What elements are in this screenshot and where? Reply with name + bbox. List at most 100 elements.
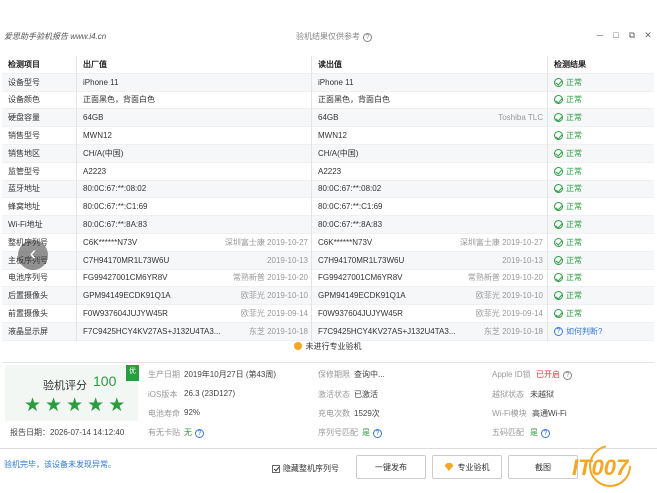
- pro-check-banner[interactable]: 未进行专业验机: [0, 341, 655, 359]
- rating-stars: ★ ★ ★ ★ ★: [24, 396, 125, 416]
- help-icon[interactable]: ?: [195, 429, 204, 438]
- read-value: 64GB: [318, 113, 339, 123]
- check-circle-icon: [554, 237, 563, 247]
- result-status: 正常: [554, 201, 582, 212]
- read-detail: 深圳富士康 2019-10-27: [459, 237, 543, 247]
- read-value: MWN12: [318, 131, 347, 141]
- apple-id-lock-info: 已开启?: [536, 369, 572, 380]
- factory-detail: 2019-10-13: [267, 255, 308, 265]
- factory-value: C7H94170MR1L73W6U: [83, 255, 170, 265]
- result-text: 正常: [566, 309, 582, 319]
- table-row: 电池序列号 FG99427001CM6YR8V 常熟新普 2019-10-20 FG9…: [2, 270, 654, 288]
- read-value: FG99427001CM6YR8V: [318, 273, 403, 283]
- hide-serial-checkbox[interactable]: 隐藏整机序列号: [272, 463, 339, 474]
- result-status: 正常: [554, 272, 582, 283]
- publish-button-label: 一键发布: [375, 462, 407, 472]
- jailbreak-value: 未越狱: [530, 390, 554, 399]
- checkbox-checked-icon[interactable]: [272, 464, 280, 473]
- warranty-value: 查询中...: [354, 370, 385, 379]
- item-name: 蜂窝地址: [8, 202, 40, 212]
- check-circle-icon: [554, 309, 563, 319]
- star-icon: ★: [66, 395, 84, 416]
- diamond-icon: [444, 463, 454, 471]
- close-button[interactable]: ✕: [643, 29, 653, 41]
- factory-value: 80:0C:67:**:8A:83: [83, 220, 148, 230]
- result-status: 正常: [554, 112, 582, 123]
- publish-button[interactable]: 一键发布: [356, 455, 426, 479]
- factory-value: F7C9425HCY4KV27AS+J132U4TA3...: [83, 326, 221, 336]
- table-row: 后置摄像头 GPM94149ECDK91Q1A 欧菲光 2019-10-10 GPM9…: [2, 287, 654, 306]
- wifi-module-value: 高通Wi-Fi: [532, 409, 567, 418]
- result-text: 正常: [566, 131, 582, 141]
- result-text: 正常: [566, 255, 582, 265]
- result-text: 正常: [566, 220, 582, 230]
- five-code-match-value: 是: [530, 428, 538, 437]
- apple-id-lock-value: 已开启: [536, 370, 560, 379]
- column-divider: [547, 56, 548, 341]
- check-circle-icon: [554, 220, 563, 230]
- item-name: 蓝牙地址: [8, 184, 40, 194]
- watermark-text: IT007: [572, 455, 630, 480]
- minimize-button[interactable]: ─: [595, 29, 605, 41]
- item-name: 电池序列号: [8, 273, 48, 283]
- pro-check-button[interactable]: 专业验机: [432, 455, 502, 479]
- header-read: 读出值: [318, 59, 342, 69]
- summary-panel: 验机评分 100 优 ★ ★ ★ ★ ★ 报告日期：2026-07-14 14:…: [2, 362, 654, 440]
- battery-life-label: 电池寿命: [148, 409, 180, 418]
- item-name: 监管型号: [8, 166, 40, 176]
- result-text: 正常: [566, 113, 582, 123]
- how-to-judge-link[interactable]: ? 如何判断?: [554, 326, 602, 337]
- table-row: 前置摄像头 F0W937604JUJYW45R 欧菲光 2019-09-14 F0W9…: [2, 305, 654, 323]
- read-detail: Toshiba TLC: [498, 113, 543, 123]
- read-value: F7C9425HCY4KV27AS+J132U4TA3...: [318, 326, 456, 336]
- help-icon[interactable]: ?: [563, 371, 572, 380]
- warranty-label: 保修期限: [318, 370, 350, 379]
- result-status: 正常: [554, 290, 582, 301]
- table-row: 蓝牙地址 80:0C:67:**:08:02 80:0C:67:**:08:02 正常: [2, 180, 654, 199]
- help-icon[interactable]: ?: [363, 33, 372, 42]
- five-code-match-label: 五码匹配: [492, 428, 524, 437]
- serial-match-value: 是: [362, 428, 370, 437]
- result-status: 正常: [554, 77, 582, 88]
- read-value: C6K******N73V: [318, 237, 373, 247]
- help-icon[interactable]: ?: [541, 429, 550, 438]
- factory-value: GPM94149ECDK91Q1A: [83, 291, 171, 301]
- star-icon: ★: [87, 395, 105, 416]
- factory-value: CH/A(中国): [83, 148, 124, 158]
- pro-check-banner-text: 未进行专业验机: [305, 342, 362, 351]
- result-text: 正常: [566, 166, 582, 176]
- result-status: 正常: [554, 166, 582, 177]
- jailbreak-label: 越狱状态: [492, 390, 524, 399]
- result-text: 正常: [566, 148, 582, 158]
- factory-value: F0W937604JUJYW45R: [83, 309, 168, 319]
- table-row: 销售型号 MWN12 MWN12 正常: [2, 127, 654, 145]
- table-row: 整机序列号C6K******N73V深圳富士康 2019-10-27C6K***…: [2, 234, 654, 252]
- result-status: 正常: [554, 130, 582, 141]
- bulb-icon: [293, 342, 302, 350]
- column-divider: [76, 56, 77, 341]
- factory-value: A2223: [83, 166, 107, 176]
- serial-match-label: 序列号匹配: [318, 428, 358, 437]
- table-row: 设备颜色 正面黑色，背面白色 正面黑色，背面白色 正常: [2, 92, 654, 110]
- app-title: 爱思助手验机报告 www.i4.cn: [4, 32, 107, 41]
- result-text: 正常: [566, 291, 582, 301]
- factory-value: MWN12: [83, 131, 112, 141]
- read-value: 80:0C:67:**:8A:83: [318, 220, 383, 230]
- result-status: 正常: [554, 183, 582, 194]
- check-circle-icon: [554, 77, 563, 87]
- star-icon: ★: [24, 395, 42, 416]
- table-row: 设备型号 iPhone 11 iPhone 11 正常: [2, 73, 654, 92]
- help-icon[interactable]: ?: [373, 429, 382, 438]
- chevron-left-icon[interactable]: ‹: [18, 240, 48, 270]
- result-status: 正常: [554, 308, 582, 319]
- item-name: 后置摄像头: [8, 291, 48, 301]
- activation-label: 激活状态: [318, 390, 350, 399]
- charge-count-value: 1529次: [354, 409, 380, 418]
- read-value: 正面黑色，背面白色: [318, 95, 390, 105]
- ios-version-label: iOS版本: [148, 390, 178, 399]
- factory-value: 正面黑色，背面白色: [83, 95, 155, 105]
- column-divider: [311, 56, 312, 341]
- score-label: 验机评分: [43, 380, 87, 392]
- maximize-button[interactable]: □: [611, 29, 621, 41]
- restore-button[interactable]: ⧉: [627, 29, 637, 41]
